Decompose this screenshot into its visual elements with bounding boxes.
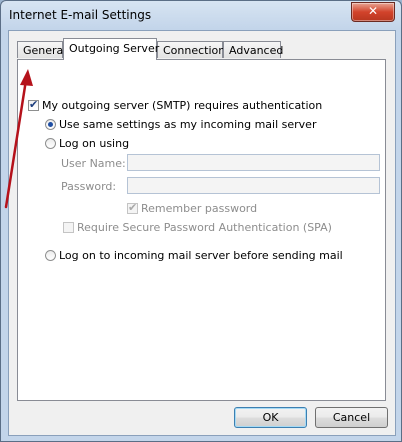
spa-checkbox[interactable]	[63, 221, 74, 233]
title-bar[interactable]: Internet E-mail Settings ✕	[1, 1, 401, 29]
spa-option[interactable]: Require Secure Password Authentication (…	[63, 220, 332, 234]
outgoing-server-panel: My outgoing server (SMTP) requires authe…	[17, 59, 386, 401]
tab-label: General	[23, 44, 67, 57]
dialog-client: General Outgoing Server Connection Advan…	[8, 30, 396, 436]
window-title: Internet E-mail Settings	[9, 8, 152, 22]
log-on-incoming-option[interactable]: Log on to incoming mail server before se…	[45, 248, 343, 262]
tab-advanced[interactable]: Advanced	[223, 41, 284, 58]
log-on-incoming-radio[interactable]	[45, 249, 56, 261]
smtp-auth-checkbox[interactable]	[28, 98, 39, 111]
log-on-using-option[interactable]: Log on using	[45, 136, 129, 150]
close-button[interactable]: ✕	[351, 2, 395, 22]
smtp-auth-label: My outgoing server (SMTP) requires authe…	[42, 98, 323, 112]
ok-button-label: OK	[262, 411, 279, 424]
remember-password-label: Remember password	[141, 201, 258, 215]
cancel-button[interactable]: Cancel	[315, 407, 388, 428]
remember-password-option[interactable]: Remember password	[127, 201, 257, 215]
tab-outgoing-server[interactable]: Outgoing Server	[63, 38, 160, 60]
use-same-settings-label: Use same settings as my incoming mail se…	[59, 117, 317, 131]
ok-button[interactable]: OK	[234, 407, 307, 428]
user-name-field[interactable]	[127, 154, 380, 171]
log-on-using-label: Log on using	[59, 136, 130, 150]
use-same-settings-radio[interactable]	[45, 118, 56, 130]
tab-connection[interactable]: Connection	[157, 41, 226, 58]
use-same-settings-option[interactable]: Use same settings as my incoming mail se…	[45, 117, 316, 131]
remember-password-checkbox[interactable]	[127, 201, 138, 214]
log-on-using-radio[interactable]	[45, 137, 56, 149]
tab-label: Advanced	[229, 44, 284, 57]
cancel-button-label: Cancel	[332, 411, 371, 424]
password-label: Password:	[61, 180, 117, 193]
dialog-window: Internet E-mail Settings ✕ General Outgo…	[0, 0, 402, 442]
tab-label: Connection	[163, 44, 226, 57]
smtp-auth-option[interactable]: My outgoing server (SMTP) requires authe…	[28, 98, 322, 112]
tab-general[interactable]: General	[17, 41, 67, 58]
log-on-incoming-label: Log on to incoming mail server before se…	[59, 248, 343, 262]
close-icon: ✕	[367, 4, 379, 18]
spa-label: Require Secure Password Authentication (…	[77, 220, 332, 234]
password-field[interactable]	[127, 177, 380, 194]
tab-label: Outgoing Server	[69, 42, 160, 55]
user-name-label: User Name:	[61, 157, 126, 170]
